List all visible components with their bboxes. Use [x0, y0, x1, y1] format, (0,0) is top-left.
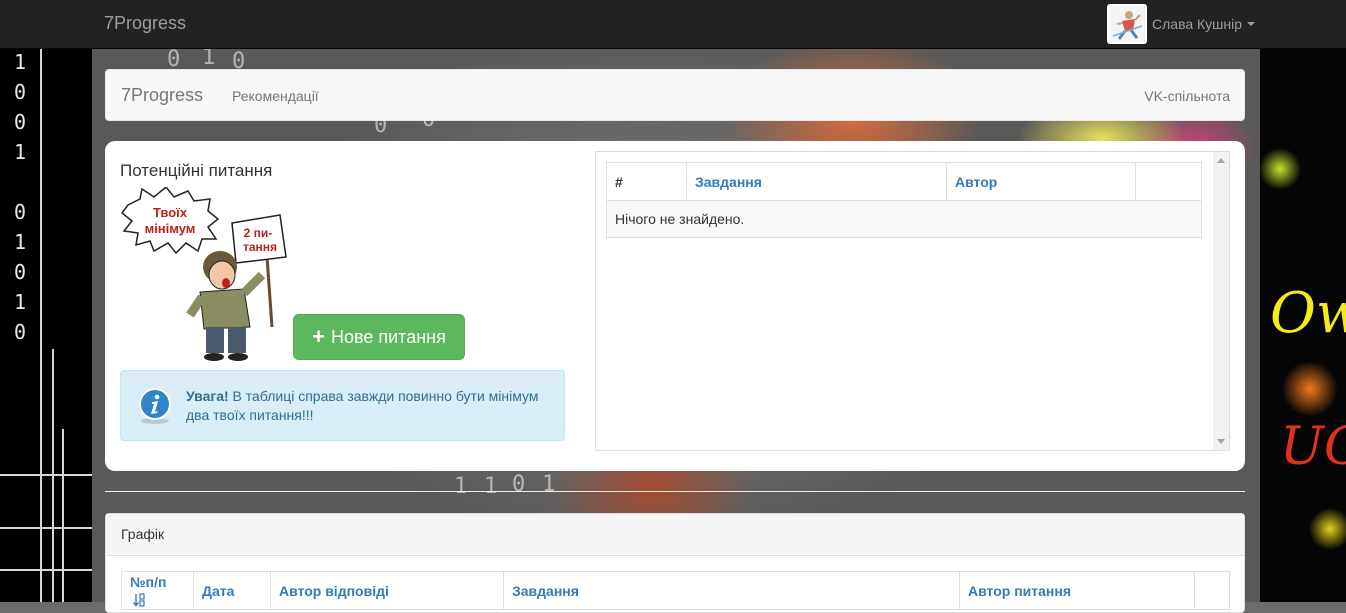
subnav-brand[interactable]: 7Progress — [121, 85, 203, 106]
background-paint-splash: Ow UG — [1260, 49, 1346, 602]
binary-digit: 1 — [14, 50, 27, 74]
column-header-actions — [1135, 162, 1202, 201]
questions-panel: Потенційні питання Твоїх мінімум 2 пи- т… — [105, 141, 1245, 471]
background-digit: 0 — [512, 472, 526, 497]
background-scribble: UG — [1280, 417, 1346, 477]
binary-digit: 0 — [14, 320, 27, 344]
binary-digit: 0 — [14, 80, 27, 104]
circuit-line — [40, 49, 42, 602]
new-question-button[interactable]: + Нове питання — [293, 314, 465, 360]
column-header-task[interactable]: Завдання — [686, 162, 947, 201]
new-question-label: Нове питання — [330, 326, 446, 347]
alert-strong: Увага! — [186, 388, 229, 404]
vertical-scrollbar[interactable] — [1213, 152, 1229, 450]
sort-link-index[interactable]: №п/п — [130, 574, 166, 590]
navbar-brand[interactable]: 7Progress — [104, 13, 186, 34]
sort-link-task[interactable]: Завдання — [695, 174, 762, 190]
binary-digit: 1 — [14, 140, 27, 164]
user-name: Слава Кушнір — [1152, 16, 1243, 32]
sort-link-date[interactable]: Дата — [202, 583, 234, 599]
secondary-navbar: 7Progress Рекомендації VK-спільнота — [105, 69, 1245, 121]
sort-link-author[interactable]: Автор — [955, 174, 997, 190]
binary-digit: 1 — [14, 290, 27, 314]
graph-table: №п/п Дата Автор відповіді Завдання Автор… — [121, 571, 1230, 610]
binary-digit: 0 — [14, 200, 27, 224]
cartoon-speech-line: мінімум — [145, 221, 196, 236]
binary-digit: 0 — [14, 260, 27, 284]
column-header-author[interactable]: Автор — [946, 162, 1136, 201]
questions-table: # Завдання Автор Нічого не знайдено. — [606, 162, 1202, 238]
table-header-row: # Завдання Автор — [606, 162, 1202, 201]
circuit-line — [62, 429, 64, 602]
alert-message: Увага! В таблиці справа завжди повинно б… — [186, 387, 556, 425]
user-menu[interactable]: Слава Кушнір — [1107, 4, 1256, 44]
background-digit: 1 — [454, 474, 468, 499]
nav-link-vk-community[interactable]: VK-спільнота — [1144, 88, 1230, 104]
page-title: Потенційні питання — [120, 161, 273, 180]
circuit-line — [0, 474, 92, 476]
cartoon-sign-line: 2 пи- — [244, 226, 273, 240]
table-header-row: №п/п Дата Автор відповіді Завдання Автор… — [121, 571, 1230, 610]
circuit-line — [0, 569, 92, 571]
column-header-actions — [1194, 571, 1230, 610]
avatar[interactable] — [1107, 4, 1147, 44]
table-row: Нічого не знайдено. — [606, 200, 1202, 238]
scroll-down-arrow-icon[interactable] — [1217, 439, 1225, 444]
graph-panel-title: Графік — [106, 514, 1244, 556]
top-navbar: 7Progress Слава Кушнір — [0, 0, 1346, 49]
cartoon-sign-line: тання — [243, 240, 277, 254]
column-header-task[interactable]: Завдання — [503, 571, 960, 610]
avatar-image-icon — [1109, 6, 1145, 42]
questions-table-container[interactable]: # Завдання Автор Нічого не знайдено. — [595, 151, 1230, 451]
background-binary-strip: 1 0 0 1 0 1 0 1 0 — [0, 49, 92, 602]
info-icon — [139, 388, 171, 424]
scroll-up-arrow-icon[interactable] — [1217, 158, 1225, 163]
nav-link-recommendations[interactable]: Рекомендації — [232, 88, 319, 104]
protest-cartoon-icon: Твоїх мінімум 2 пи- тання — [120, 187, 287, 361]
alert-text: В таблиці справа завжди повинно бути мін… — [186, 388, 539, 423]
circuit-line — [0, 527, 92, 529]
background-digit: 1 — [542, 472, 556, 497]
column-header-question-author[interactable]: Автор питання — [959, 571, 1195, 610]
column-header-answer-author[interactable]: Автор відповіді — [270, 571, 504, 610]
section-divider — [105, 491, 1245, 492]
background-scribble: Ow — [1270, 281, 1346, 346]
chevron-down-icon — [1247, 22, 1256, 26]
sort-numeric-icon — [133, 593, 145, 607]
binary-digit: 1 — [14, 230, 27, 254]
graph-panel: Графік №п/п Дата Автор відповіді Завданн… — [105, 513, 1245, 613]
plus-icon: + — [312, 324, 325, 349]
cartoon-speech-line: Твоїх — [153, 205, 188, 220]
column-header-index[interactable]: №п/п — [121, 571, 194, 610]
background-digit: 1 — [484, 474, 498, 499]
column-header-number: # — [606, 162, 687, 201]
column-header-date[interactable]: Дата — [193, 571, 271, 610]
sort-link-question-author[interactable]: Автор питання — [968, 583, 1071, 599]
empty-table-message: Нічого не знайдено. — [606, 200, 1202, 238]
info-alert: Увага! В таблиці справа завжди повинно б… — [120, 370, 565, 441]
binary-digit: 0 — [14, 110, 27, 134]
sort-link-task[interactable]: Завдання — [512, 583, 579, 599]
sort-link-answer-author[interactable]: Автор відповіді — [279, 583, 389, 599]
